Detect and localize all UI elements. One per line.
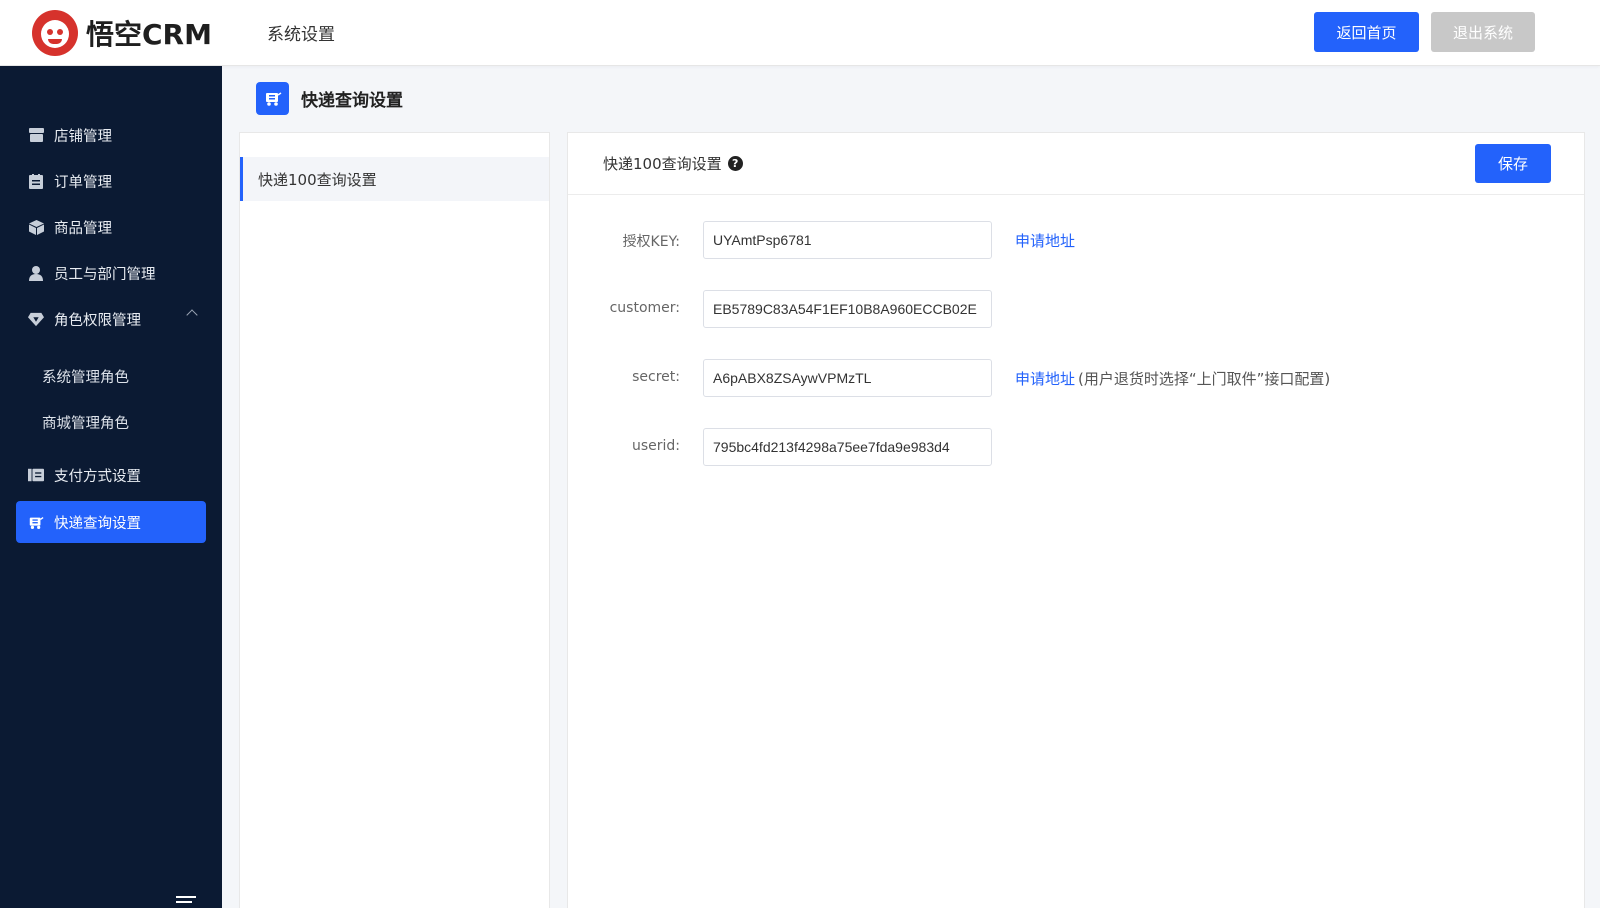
apply-address-link[interactable]: 申请地址 <box>1015 368 1075 389</box>
content-header: 快递100查询设置 ? 保存 <box>568 133 1584 195</box>
sidebar-item-payment[interactable]: 支付方式设置 <box>16 454 206 496</box>
page-title: 快递查询设置 <box>301 91 403 111</box>
secret-input[interactable] <box>703 359 992 397</box>
sidebar-item-label: 员工与部门管理 <box>54 266 156 283</box>
sidebar-subitem-system-role[interactable]: 系统管理角色 <box>42 366 129 387</box>
page-heading: 快递查询设置 <box>256 82 403 115</box>
logo-text: 悟空CRM <box>86 18 212 51</box>
express-icon <box>256 82 289 115</box>
sidebar-item-label: 快递查询设置 <box>54 515 141 532</box>
secret-note: (用户退货时选择“上门取件”接口配置) <box>1078 370 1331 388</box>
box-icon <box>28 219 44 235</box>
express-icon <box>28 514 44 530</box>
sidebar: 店铺管理 订单管理 商品管理 员工与部门管理 角色权限管理 系统管理角色 商城管… <box>0 66 222 908</box>
store-icon <box>28 127 44 143</box>
sidebar-item-label: 商品管理 <box>54 220 112 237</box>
settings-menu-panel: 快递100查询设置 <box>239 132 550 908</box>
customer-label: customer: <box>609 300 680 316</box>
sidebar-item-products[interactable]: 商品管理 <box>16 206 206 248</box>
sidebar-item-store[interactable]: 店铺管理 <box>16 114 206 156</box>
secret-label: secret: <box>632 369 680 385</box>
userid-input[interactable] <box>703 428 992 466</box>
diamond-icon <box>28 311 44 327</box>
settings-content-panel: 快递100查询设置 ? 保存 授权KEY: 申请地址 customer: sec… <box>567 132 1585 908</box>
order-icon <box>28 173 44 189</box>
auth-key-input[interactable] <box>703 221 992 259</box>
sidebar-item-label: 店铺管理 <box>54 128 112 145</box>
chevron-up-icon <box>186 309 198 321</box>
content-title: 快递100查询设置 ? <box>603 153 743 174</box>
top-header: 悟空CRM 系统设置 返回首页 退出系统 <box>0 0 1600 66</box>
sidebar-item-label: 订单管理 <box>54 174 112 191</box>
app-logo[interactable]: 悟空CRM <box>32 10 212 56</box>
userid-label: userid: <box>631 438 680 454</box>
payment-icon <box>28 467 44 483</box>
collapse-menu-icon[interactable] <box>176 896 200 908</box>
header-title: 系统设置 <box>267 25 335 45</box>
sidebar-item-label: 角色权限管理 <box>54 312 141 329</box>
customer-input[interactable] <box>703 290 992 328</box>
auth-key-label: 授权KEY: <box>622 234 680 250</box>
sidebar-item-orders[interactable]: 订单管理 <box>16 160 206 202</box>
exit-system-button[interactable]: 退出系统 <box>1431 12 1535 52</box>
sidebar-item-staff[interactable]: 员工与部门管理 <box>16 252 206 294</box>
sidebar-item-express[interactable]: 快递查询设置 <box>16 501 206 543</box>
content-title-text: 快递100查询设置 <box>603 155 722 173</box>
help-icon[interactable]: ? <box>727 156 743 171</box>
monkey-logo-icon <box>32 10 78 56</box>
back-home-button[interactable]: 返回首页 <box>1314 12 1419 52</box>
save-button[interactable]: 保存 <box>1475 144 1551 183</box>
user-icon <box>28 265 44 281</box>
settings-menu-item-kuaidi100[interactable]: 快递100查询设置 <box>240 157 549 201</box>
apply-address-link[interactable]: 申请地址 <box>1015 230 1075 251</box>
sidebar-item-roles[interactable]: 角色权限管理 <box>16 298 206 340</box>
sidebar-subitem-mall-role[interactable]: 商城管理角色 <box>42 412 129 433</box>
sidebar-item-label: 支付方式设置 <box>54 468 141 485</box>
